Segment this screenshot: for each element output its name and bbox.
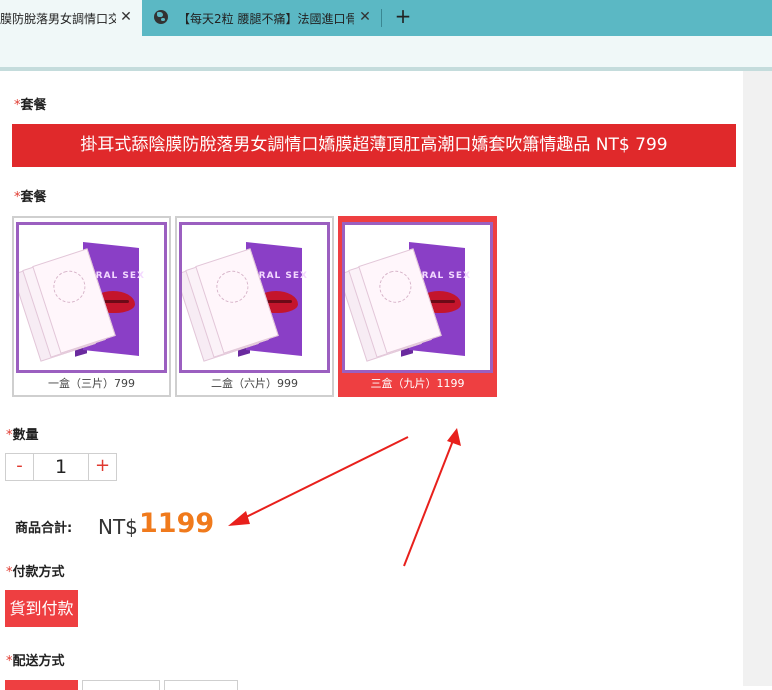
tab-title: 膜防脫落男女調情口交 bbox=[0, 12, 116, 26]
total-label: 商品合計: bbox=[15, 521, 73, 536]
arrow-to-selected-option bbox=[403, 428, 461, 567]
option-caption: 一盒（三片）799 bbox=[48, 377, 135, 390]
new-tab-plus-icon[interactable]: + bbox=[392, 5, 414, 29]
shipping-label: *配送方式 bbox=[6, 654, 65, 669]
browser-tab-bar: 膜防脫落男女調情口交 ✕ 【每天2粒 腰腿不痛】法國進口骨 ✕ + bbox=[0, 0, 772, 36]
shipping-option-2[interactable] bbox=[82, 680, 160, 690]
package-option-2[interactable]: ORAL SEX 二盒（六片）999 bbox=[175, 216, 334, 397]
package-option-3[interactable]: ORAL SEX 三盒（九片）1199 bbox=[338, 216, 497, 397]
quantity-decrement-button[interactable]: - bbox=[6, 454, 34, 480]
toolbar-divider bbox=[0, 67, 772, 71]
package-selected-banner[interactable]: 掛耳式舔陰膜防脫落男女調情口嬌膜超薄頂肛高潮口嬌套吹簫情趣品 NT$ 799 bbox=[12, 124, 736, 167]
product-thumbnail: ORAL SEX bbox=[179, 222, 330, 373]
quantity-input[interactable]: 1 bbox=[34, 454, 88, 480]
quantity-increment-button[interactable]: + bbox=[88, 454, 116, 480]
package-option-1[interactable]: ORAL SEX 一盒（三片）799 bbox=[12, 216, 171, 397]
package-label: *套餐 bbox=[14, 98, 47, 113]
quantity-stepper: - 1 + bbox=[5, 453, 117, 481]
package-label: *套餐 bbox=[14, 190, 47, 205]
shipping-option-1[interactable] bbox=[5, 680, 78, 690]
total-amount: 1199 bbox=[139, 508, 215, 539]
browser-toolbar bbox=[0, 36, 772, 67]
globe-icon bbox=[154, 10, 168, 24]
payment-label: *付款方式 bbox=[6, 565, 65, 580]
total-currency: NT$ bbox=[98, 515, 138, 539]
payment-option-cod-button[interactable]: 貨到付款 bbox=[5, 590, 78, 627]
option-caption: 三盒（九片）1199 bbox=[370, 377, 465, 390]
product-thumbnail: ORAL SEX bbox=[342, 222, 493, 373]
tab-separator bbox=[381, 9, 382, 27]
tab-title: 【每天2粒 腰腿不痛】法國進口骨 bbox=[178, 12, 354, 26]
browser-tab-active[interactable]: 膜防脫落男女調情口交 ✕ bbox=[0, 0, 142, 36]
browser-tab[interactable]: 【每天2粒 腰腿不痛】法國進口骨 ✕ bbox=[142, 0, 382, 36]
scrollbar-track[interactable] bbox=[743, 71, 772, 686]
option-caption: 二盒（六片）999 bbox=[211, 377, 298, 390]
shipping-option-3[interactable] bbox=[164, 680, 238, 690]
close-icon[interactable]: ✕ bbox=[357, 9, 373, 25]
product-thumbnail: ORAL SEX bbox=[16, 222, 167, 373]
arrow-to-total bbox=[228, 436, 409, 526]
quantity-label: *數量 bbox=[6, 428, 39, 443]
close-icon[interactable]: ✕ bbox=[118, 9, 134, 25]
